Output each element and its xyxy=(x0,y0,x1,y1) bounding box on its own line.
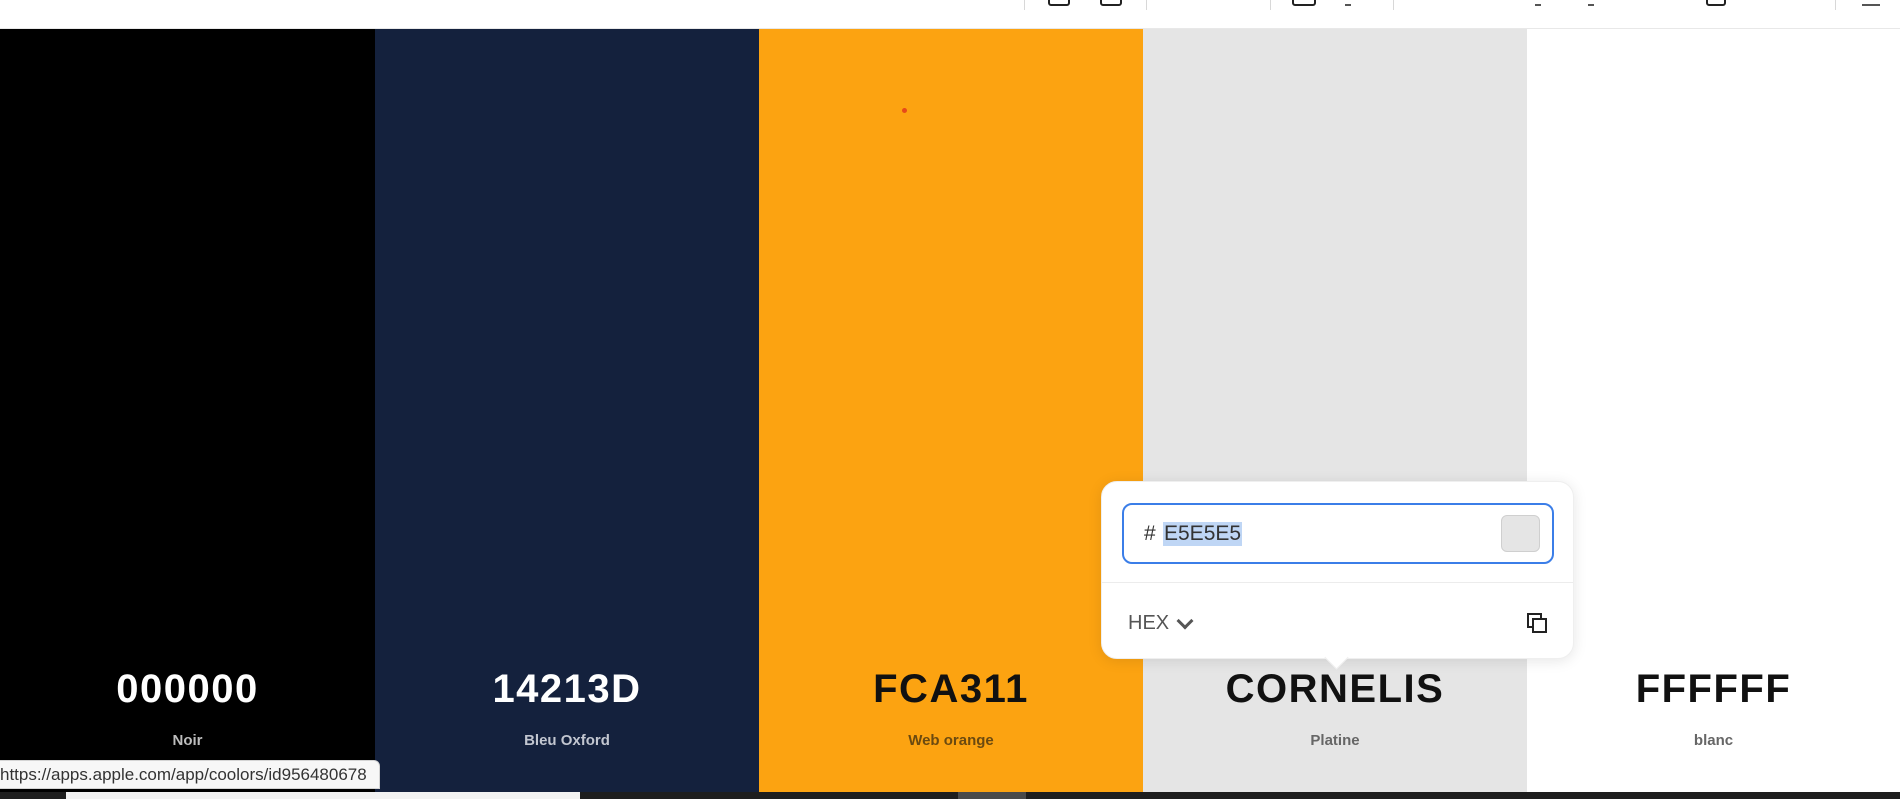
hex-value-input[interactable]: E5E5E5 xyxy=(1163,522,1243,546)
swatch-color-name[interactable]: blanc xyxy=(1527,732,1900,749)
layout-icon[interactable] xyxy=(1100,0,1122,6)
popover-divider xyxy=(1102,582,1573,583)
toolbar-separator xyxy=(1835,0,1836,10)
hex-input-field[interactable]: # E5E5E5 xyxy=(1122,503,1554,564)
bookmark-icon[interactable] xyxy=(1706,0,1726,6)
app-root: 000000 Noir 14213D Bleu Oxford FCA311 We… xyxy=(0,0,1900,799)
view-icon[interactable] xyxy=(1048,0,1070,6)
swatch-5[interactable]: FFFFFF blanc xyxy=(1527,29,1900,792)
swatch-color-name[interactable]: Bleu Oxford xyxy=(375,732,759,749)
swatch-3[interactable]: FCA311 Web orange xyxy=(759,29,1143,792)
hash-prefix: # xyxy=(1144,522,1156,545)
toolbar-separator xyxy=(1146,0,1147,10)
toolbar-separator xyxy=(1270,0,1271,10)
format-label[interactable]: HEX xyxy=(1128,612,1169,635)
heart-icon[interactable] xyxy=(1535,0,1541,6)
swatch-color-name[interactable]: Web orange xyxy=(759,732,1143,749)
status-bar-url: https://apps.apple.com/app/coolors/id956… xyxy=(0,760,380,789)
color-preview-swatch[interactable] xyxy=(1501,515,1540,552)
swatch-hex-label[interactable]: FCA311 xyxy=(759,667,1143,712)
swatch-1[interactable]: 000000 Noir xyxy=(0,29,375,792)
copy-icon[interactable] xyxy=(1525,611,1549,635)
scrollbar-segment xyxy=(958,792,1026,799)
swatch-hex-label[interactable]: 000000 xyxy=(0,667,375,712)
swatch-color-name[interactable]: Platine xyxy=(1143,732,1527,749)
top-toolbar xyxy=(0,0,1900,29)
swatch-2[interactable]: 14213D Bleu Oxford xyxy=(375,29,759,792)
toolbar-separator xyxy=(1393,0,1394,10)
swatch-hex-label[interactable]: 14213D xyxy=(375,667,759,712)
cursor-dot xyxy=(902,108,907,113)
swatch-4[interactable]: CORNELIS Platine xyxy=(1143,29,1527,792)
menu-icon[interactable] xyxy=(1862,0,1880,6)
bottom-strip xyxy=(0,792,1900,799)
settings-icon[interactable] xyxy=(1345,0,1351,6)
format-dropdown[interactable]: HEX xyxy=(1128,612,1194,635)
scrollbar-thumb[interactable] xyxy=(66,792,580,799)
swatch-color-name[interactable]: Noir xyxy=(0,732,375,749)
swatch-hex-label[interactable]: FFFFFF xyxy=(1527,667,1900,712)
swatch-hex-label[interactable]: CORNELIS xyxy=(1143,667,1527,712)
camera-icon[interactable] xyxy=(1292,0,1316,6)
color-edit-popover: # E5E5E5 HEX xyxy=(1101,481,1574,670)
toolbar-separator xyxy=(1024,0,1025,10)
chevron-down-icon[interactable] xyxy=(1176,612,1194,629)
color-palette: 000000 Noir 14213D Bleu Oxford FCA311 We… xyxy=(0,29,1900,792)
export-icon[interactable] xyxy=(1588,0,1594,6)
